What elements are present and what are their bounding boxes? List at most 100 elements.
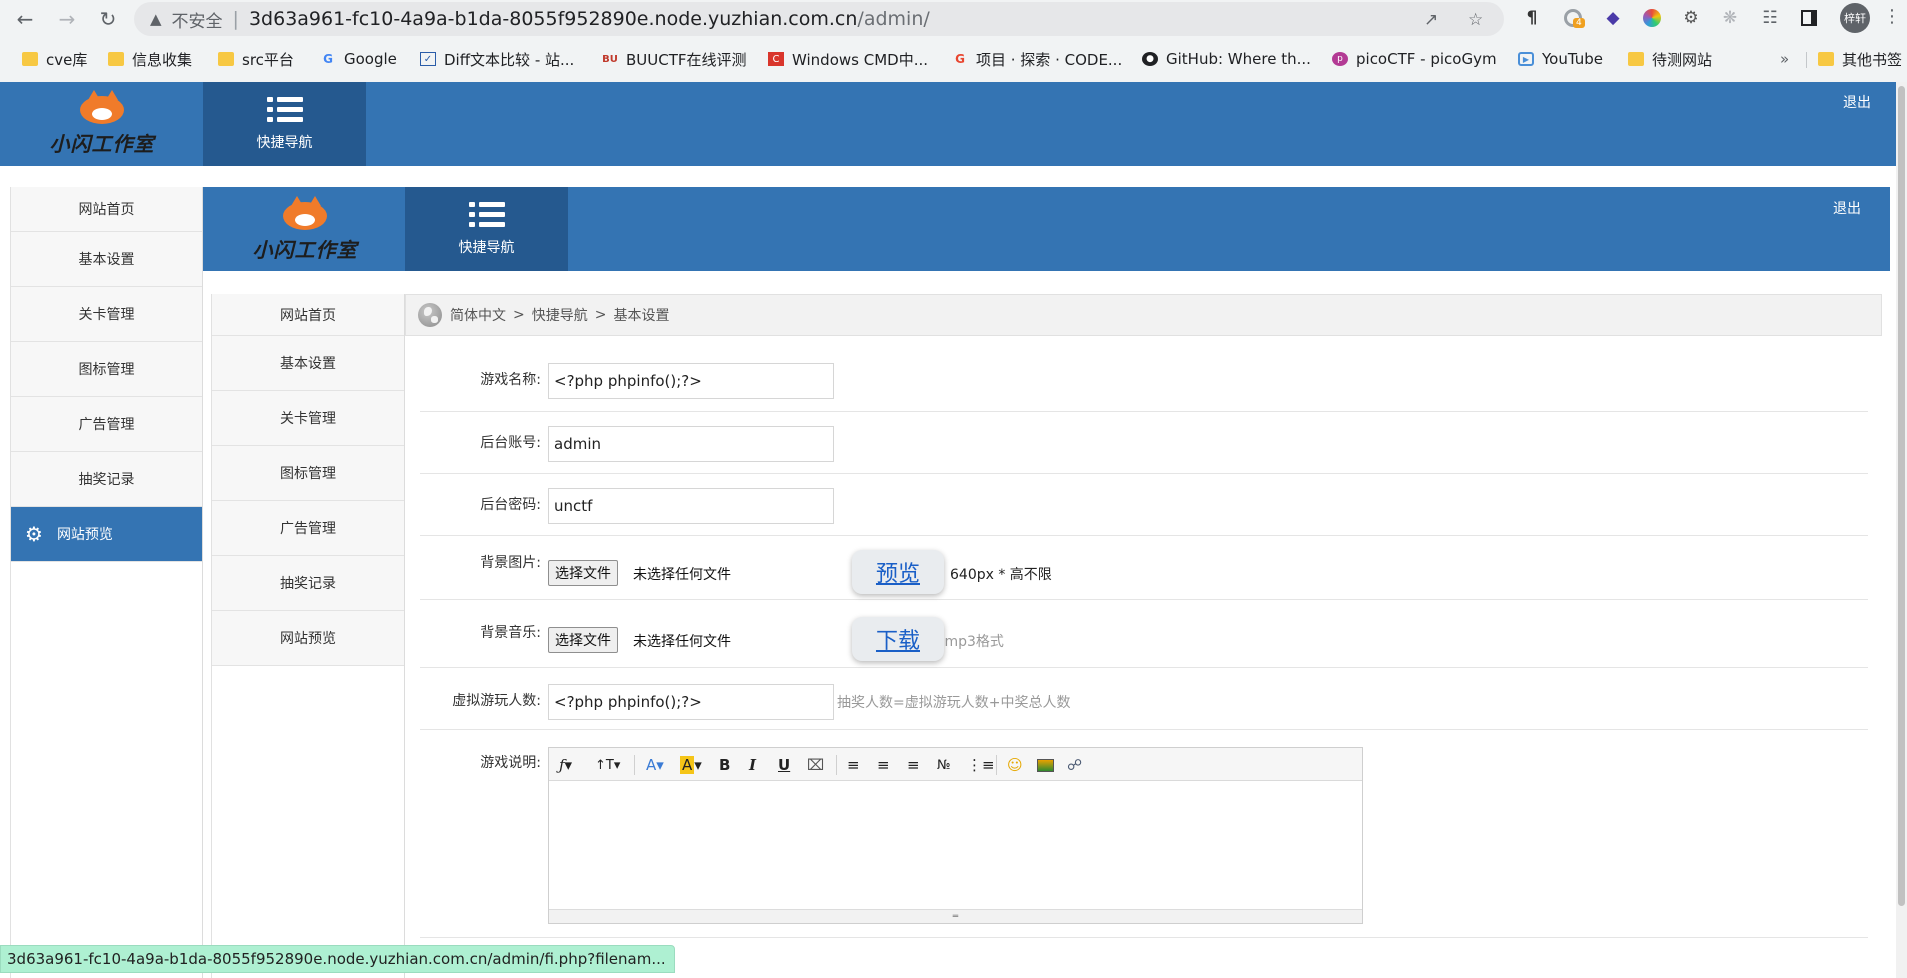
admin-account-label: 后台账号: — [480, 435, 541, 451]
sidebar-item[interactable]: 广告管理 — [212, 501, 404, 556]
bookmark-item[interactable]: ● GitHub: Where th... — [1142, 48, 1311, 70]
bookmarks-overflow-button[interactable]: » — [1780, 50, 1789, 68]
unordered-list-icon[interactable]: ⋮≡ — [967, 755, 995, 775]
quicknav-button[interactable]: 快捷导航 — [203, 82, 366, 166]
bookmark-label: picoCTF - picoGym — [1356, 50, 1497, 68]
sidebar-item[interactable]: 抽奖记录 — [11, 452, 202, 507]
bookmark-item[interactable]: p picoCTF - picoGym — [1332, 48, 1497, 70]
breadcrumb-item[interactable]: 快捷导航 — [532, 305, 588, 325]
align-right-icon[interactable]: ≡ — [907, 755, 920, 775]
highlight-color-icon[interactable]: A ▾ — [680, 755, 702, 775]
bookmark-item[interactable]: BU BUUCTF在线评测 — [602, 48, 746, 70]
rich-text-editor[interactable]: ƒ▾ ↑T▾ A▾ A ▾ B I U ⌧ ≡ ≡ ≡ № ⋮≡ ☺ ☍ ═ — [548, 747, 1363, 924]
sidebar-item[interactable]: 抽奖记录 — [212, 556, 404, 611]
bookmark-item[interactable]: 信息收集 — [108, 48, 192, 70]
emoji-icon[interactable]: ☺ — [1007, 755, 1023, 775]
bold-icon[interactable]: B — [719, 755, 730, 775]
bookmark-label: Google — [344, 50, 397, 68]
reload-icon[interactable]: ↻ — [93, 4, 123, 34]
sidepanel-icon[interactable] — [1797, 6, 1821, 30]
breadcrumb-item: 基本设置 — [613, 308, 670, 324]
extensions-puzzle-icon[interactable]: ☷ — [1758, 6, 1782, 30]
bookmark-item[interactable]: G Google — [320, 48, 397, 70]
back-icon[interactable]: ← — [10, 4, 40, 34]
bg-music-file-button[interactable]: 选择文件 — [548, 627, 618, 653]
font-color-icon[interactable]: A▾ — [646, 755, 664, 775]
badge-extension-icon[interactable]: 4 — [1561, 6, 1585, 30]
form-row-game-name: 游戏名称: <?php phpinfo();?> — [420, 336, 1868, 412]
page-scrollbar[interactable] — [1896, 82, 1907, 978]
toolbar-divider — [634, 755, 635, 775]
align-center-icon[interactable]: ≡ — [877, 755, 890, 775]
logout-link[interactable]: 退出 — [1833, 198, 1861, 218]
eraser-icon[interactable]: ⌧ — [807, 755, 824, 775]
game-name-input[interactable]: <?php phpinfo();?> — [548, 363, 834, 399]
paragraph-extension-icon[interactable]: ¶ — [1520, 6, 1544, 30]
colorful-extension-icon[interactable] — [1640, 6, 1664, 30]
preview-float-button[interactable]: 预览 — [852, 550, 944, 594]
sidebar-item[interactable]: 网站预览 — [212, 611, 404, 666]
sidebar-item[interactable]: 基本设置 — [212, 336, 404, 391]
bookmark-label: cve库 — [46, 50, 88, 69]
profile-avatar[interactable]: 梓轩 — [1840, 3, 1870, 33]
bg-image-label: 背景图片: — [480, 555, 541, 571]
bookmark-label: Diff文本比较 - 站... — [444, 50, 575, 69]
sidebar-item[interactable]: 关卡管理 — [212, 391, 404, 446]
sidebar-item[interactable]: 关卡管理 — [11, 287, 202, 342]
editor-resize-handle[interactable]: ═ — [549, 909, 1362, 923]
sidebar-item[interactable]: 网站首页 — [212, 294, 404, 336]
other-bookmarks-folder[interactable]: 其他书签 — [1818, 48, 1902, 70]
font-size-icon[interactable]: ↑T▾ — [595, 755, 620, 775]
sidebar-item-label: 网站首页 — [280, 307, 336, 324]
bookmarks-bar: cve库 信息收集 src平台 G Google ✓ Diff文本比较 - 站... BU BU… — [0, 44, 1907, 74]
sidebar-item[interactable]: 广告管理 — [11, 397, 202, 452]
bookmark-item[interactable]: src平台 — [218, 48, 294, 70]
font-family-icon[interactable]: ƒ▾ — [559, 755, 572, 775]
logout-link[interactable]: 退出 — [1843, 92, 1871, 112]
sidebar-item-label: 网站预览 — [280, 631, 336, 647]
sidebar-item-label: 图标管理 — [78, 362, 135, 378]
settings-extension-icon[interactable]: ⚙ — [1679, 6, 1703, 30]
sidebar-item[interactable]: ⚙ 网站预览 — [11, 507, 202, 562]
image-icon[interactable] — [1037, 755, 1054, 775]
link-icon[interactable]: ☍ — [1067, 755, 1082, 775]
extension-badge: 4 — [1573, 18, 1585, 28]
other-bookmarks-label: 其他书签 — [1842, 50, 1903, 69]
download-float-button[interactable]: 下载 — [852, 617, 944, 661]
sidebar-item[interactable]: 基本设置 — [11, 232, 202, 287]
address-bar[interactable]: ▲ 不安全 | 3d63a961-fc10-4a9a-b1da-8055f952… — [134, 2, 1504, 36]
bookmark-item[interactable]: G 项目 · 探索 · CODE... — [952, 48, 1122, 70]
bookmark-item[interactable]: cve库 — [22, 48, 87, 70]
scrollbar-thumb[interactable] — [1898, 86, 1905, 906]
toolbar-divider — [836, 755, 837, 775]
virtual-players-input[interactable]: <?php phpinfo();?> — [548, 684, 834, 720]
share-icon[interactable]: ↗ — [1424, 10, 1438, 30]
quicknav-button[interactable]: 快捷导航 — [405, 187, 568, 271]
underline-icon[interactable]: U — [778, 755, 790, 775]
bg-music-file-status: 未选择任何文件 — [633, 634, 731, 650]
bookmark-item[interactable]: 待测网站 — [1628, 48, 1712, 70]
forward-icon[interactable]: → — [52, 4, 82, 34]
inner-logo[interactable]: 小闪工作室 — [245, 194, 365, 263]
italic-icon[interactable]: I — [749, 755, 756, 775]
outer-logo[interactable]: 小闪工作室 — [42, 88, 162, 157]
grey-extension-icon[interactable]: ❋ — [1718, 6, 1742, 30]
bg-image-file-status: 未选择任何文件 — [633, 567, 731, 583]
bookmark-item[interactable]: C Windows CMD中... — [768, 48, 928, 70]
sidebar-item[interactable]: 网站首页 — [11, 187, 202, 232]
admin-account-input[interactable]: admin — [548, 426, 834, 462]
browser-menu-icon[interactable]: ⋮ — [1883, 6, 1901, 27]
breadcrumb-item[interactable]: 简体中文 — [450, 305, 506, 325]
ordered-list-icon[interactable]: № — [937, 755, 951, 775]
sidebar-item[interactable]: 图标管理 — [212, 446, 404, 501]
bookmark-item[interactable]: ✓ Diff文本比较 - 站... — [420, 48, 574, 70]
sidebar-item-label: 关卡管理 — [78, 307, 135, 323]
sidebar-item[interactable]: 图标管理 — [11, 342, 202, 397]
bookmark-item[interactable]: ▶ YouTube — [1518, 48, 1603, 70]
align-left-icon[interactable]: ≡ — [847, 755, 860, 775]
bookmark-star-icon[interactable]: ☆ — [1468, 10, 1483, 30]
layers-extension-icon[interactable]: ◆ — [1601, 6, 1625, 30]
folder-icon — [1628, 52, 1644, 66]
bg-image-file-button[interactable]: 选择文件 — [548, 560, 618, 586]
admin-password-input[interactable]: unctf — [548, 488, 834, 524]
